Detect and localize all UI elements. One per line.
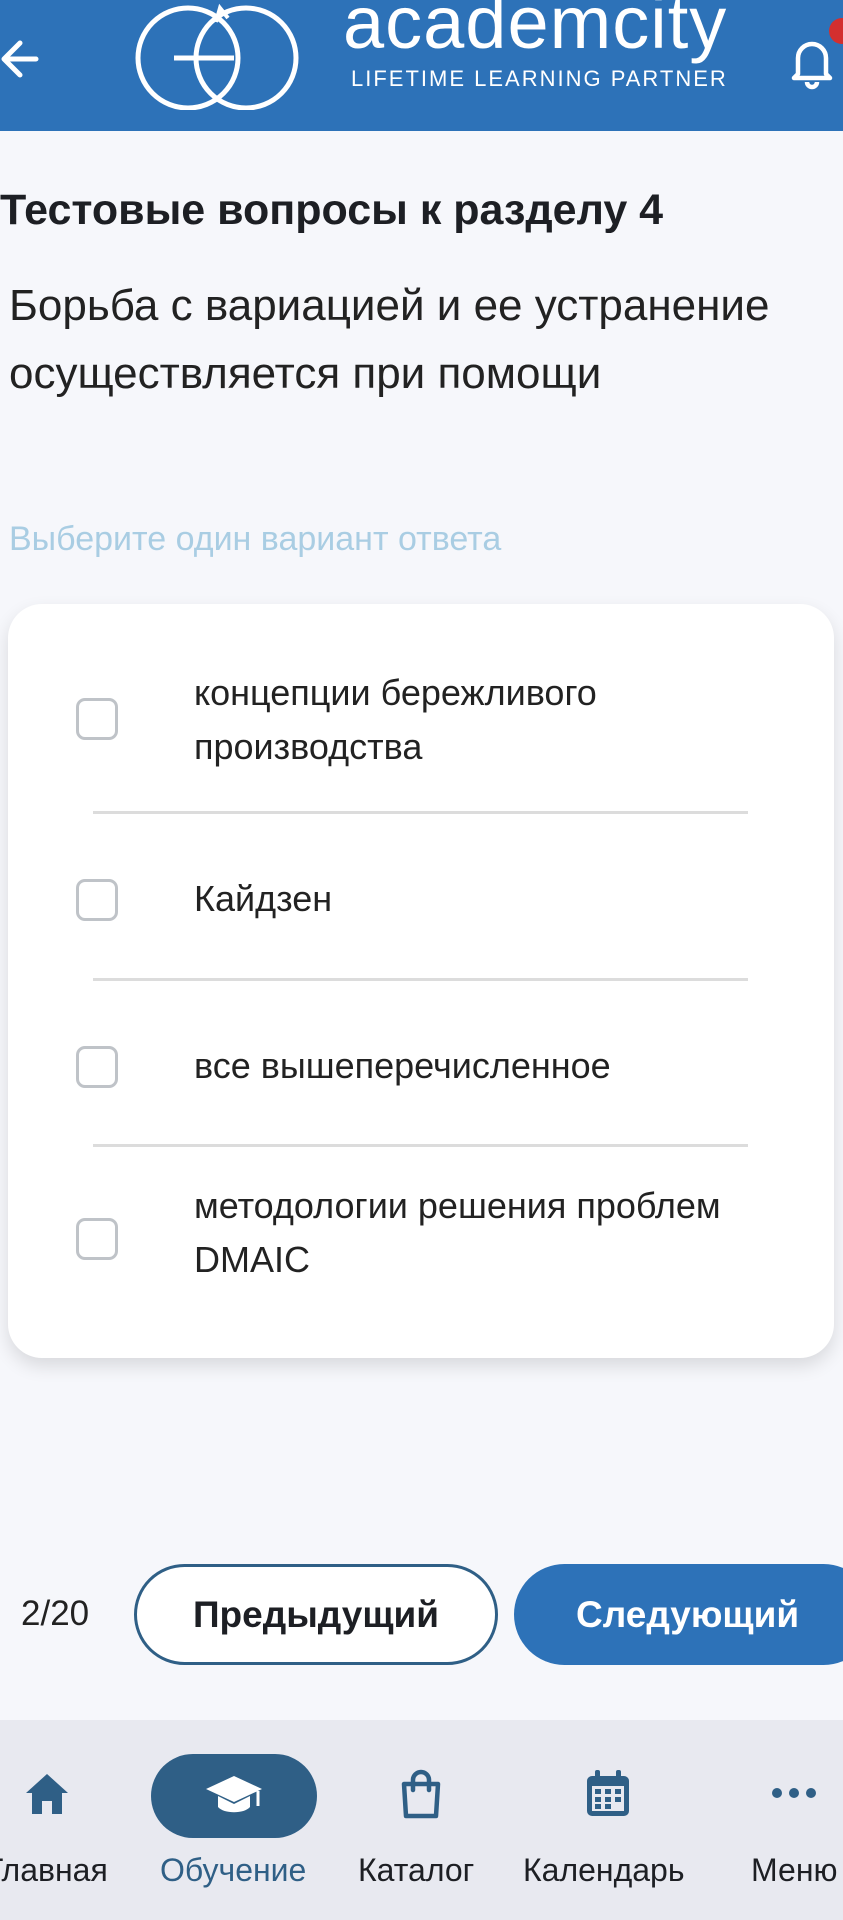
- previous-button[interactable]: Предыдущий: [134, 1564, 498, 1665]
- nav-label-catalog: Каталог: [358, 1852, 475, 1888]
- nav-item-catalog[interactable]: Каталог: [350, 1720, 500, 1920]
- nav-item-home[interactable]: Главная: [0, 1720, 120, 1920]
- nav-item-menu[interactable]: Меню: [735, 1720, 843, 1920]
- option-checkbox[interactable]: [76, 879, 118, 921]
- nav-item-learning[interactable]: Обучение: [140, 1720, 340, 1920]
- shopping-bag-icon: [401, 1769, 441, 1819]
- option-label: методологии решения проблем DMAIC: [194, 1185, 721, 1280]
- brand-name: academcity: [343, 0, 728, 64]
- home-icon: [26, 1774, 68, 1814]
- graduation-cap-icon: [206, 1776, 262, 1813]
- answer-option[interactable]: методологии решения проблем DMAIC: [8, 1167, 834, 1337]
- nav-label-calendar: Календарь: [523, 1852, 685, 1888]
- option-label: Кайдзен: [194, 878, 333, 919]
- notifications-button[interactable]: [790, 34, 834, 90]
- nav-label-menu: Меню: [751, 1852, 838, 1888]
- option-label: концепции бережливого производства: [194, 672, 597, 767]
- bell-icon: [791, 41, 833, 90]
- nav-item-calendar[interactable]: Календарь: [515, 1720, 705, 1920]
- section-title: Тестовые вопросы к разделу 4: [0, 186, 664, 234]
- more-dots-icon: [772, 1788, 816, 1798]
- answer-hint: Выберите один вариант ответа: [9, 520, 502, 558]
- answer-options-card: концепции бережливого производства Кайдз…: [8, 604, 834, 1358]
- option-checkbox[interactable]: [76, 698, 118, 740]
- bottom-nav: Главная Обучение Каталог Кал: [0, 1720, 843, 1920]
- arrow-left-icon: [1, 40, 39, 78]
- option-checkbox[interactable]: [76, 1046, 118, 1088]
- nav-label-learning: Обучение: [160, 1852, 307, 1888]
- answer-option[interactable]: концепции бережливого производства: [8, 648, 834, 767]
- answer-option[interactable]: все вышеперечисленное: [8, 1001, 834, 1141]
- calendar-icon: [587, 1770, 629, 1816]
- divider: [93, 811, 748, 814]
- academcity-logo: [135, 3, 299, 110]
- app-header: academcity LIFETIME LEARNING PARTNER: [0, 0, 843, 131]
- brand-tagline: LIFETIME LEARNING PARTNER: [351, 66, 728, 91]
- nav-label-home: Главная: [0, 1852, 108, 1888]
- question-counter: 2/20: [21, 1594, 90, 1633]
- option-label: все вышеперечисленное: [194, 1045, 611, 1086]
- next-button[interactable]: Следующий: [514, 1564, 843, 1665]
- question-text: Борьба с вариацией и ее устранение осуще…: [9, 281, 770, 398]
- option-checkbox[interactable]: [76, 1218, 118, 1260]
- brand: academcity LIFETIME LEARNING PARTNER: [343, 0, 728, 91]
- answer-option[interactable]: Кайдзен: [8, 834, 834, 974]
- divider: [93, 1144, 748, 1147]
- back-button[interactable]: [0, 34, 44, 84]
- divider: [93, 978, 748, 981]
